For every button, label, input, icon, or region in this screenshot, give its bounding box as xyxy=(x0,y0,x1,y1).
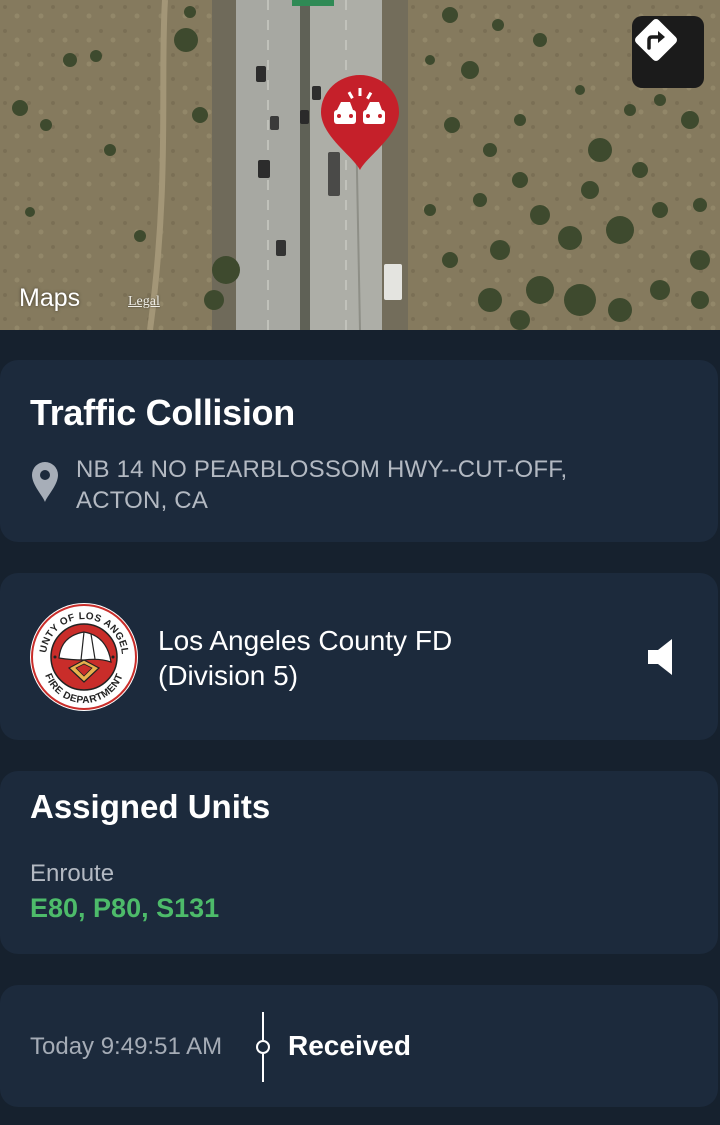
agency-name: Los Angeles County FD (Division 5) xyxy=(158,623,452,693)
agency-name-line-2: (Division 5) xyxy=(158,660,299,691)
incident-detail-screen: Maps Legal Traffic Collision NB 14 NO PE… xyxy=(0,0,720,1125)
la-county-fire-logo: COUNTY OF LOS ANGELES FIRE DEPARTMENT xyxy=(29,602,138,711)
incident-title: Traffic Collision xyxy=(30,392,295,433)
units-list: E80, P80, S131 xyxy=(30,893,220,923)
agency-name-line-1: Los Angeles County FD xyxy=(158,625,453,656)
timeline-status: Received xyxy=(288,1030,411,1061)
units-status-label: Enroute xyxy=(30,860,115,887)
assigned-units-title: Assigned Units xyxy=(30,788,271,825)
maps-brand-label: Maps xyxy=(19,284,81,312)
map-view[interactable]: Maps Legal xyxy=(0,0,720,330)
timeline-node-icon xyxy=(256,1012,270,1082)
directions-button[interactable] xyxy=(632,16,704,88)
address-line-1: NB 14 NO PEARBLOSSOM HWY--CUT-OFF, xyxy=(76,456,568,483)
car-collision-icon[interactable] xyxy=(319,74,401,172)
location-pin-icon xyxy=(32,462,58,502)
speaker-icon[interactable] xyxy=(646,637,674,677)
address-line-2: ACTON, CA xyxy=(76,487,209,514)
maps-attribution: Maps xyxy=(18,284,80,313)
legal-link[interactable]: Legal xyxy=(128,294,160,310)
incident-address[interactable]: NB 14 NO PEARBLOSSOM HWY--CUT-OFF, ACTON… xyxy=(76,454,567,516)
timeline-timestamp: Today 9:49:51 AM xyxy=(30,1033,223,1060)
directions-icon xyxy=(635,19,677,61)
